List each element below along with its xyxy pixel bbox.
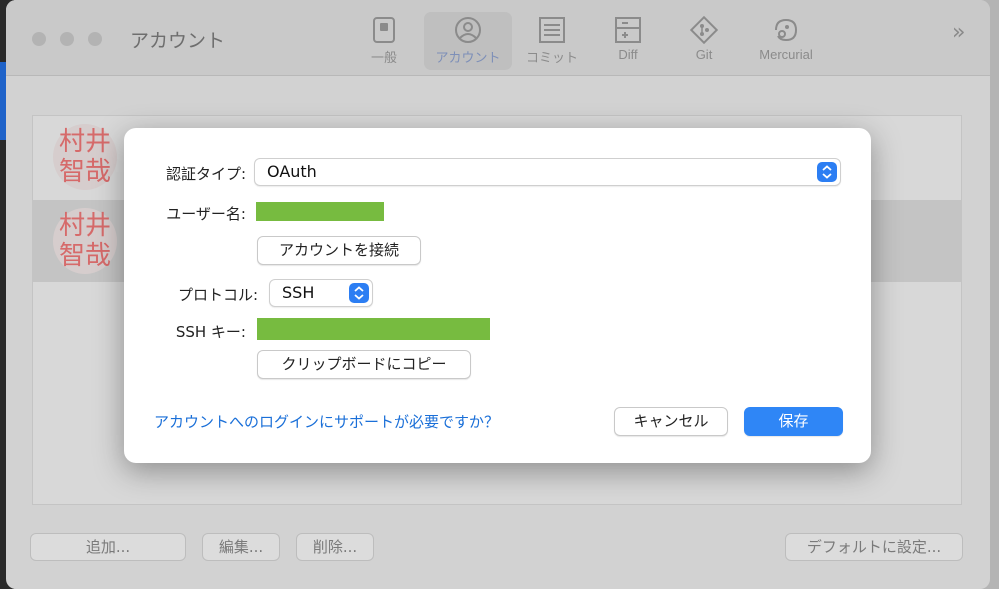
- avatar-text: 智哉: [58, 157, 111, 187]
- select-stepper-icon: [817, 162, 837, 182]
- toolbar-overflow-button[interactable]: »: [952, 20, 965, 45]
- tab-diff[interactable]: Diff: [584, 12, 672, 70]
- select-stepper-icon: [349, 283, 369, 303]
- zoom-window-button[interactable]: [88, 32, 102, 46]
- add-button[interactable]: 追加...: [30, 533, 186, 561]
- tab-diff-label: Diff: [618, 47, 638, 62]
- protocol-value: SSH: [282, 283, 315, 302]
- tab-account-label: アカウント: [435, 50, 501, 65]
- delete-button[interactable]: 削除...: [296, 533, 374, 561]
- tab-git[interactable]: Git: [660, 12, 748, 70]
- tab-account[interactable]: アカウント: [424, 12, 512, 70]
- close-window-button[interactable]: [32, 32, 46, 46]
- git-icon: [690, 16, 718, 44]
- tab-mercurial-label: Mercurial: [759, 47, 813, 62]
- protocol-select[interactable]: SSH: [269, 279, 373, 307]
- set-default-button[interactable]: デフォルトに設定...: [785, 533, 963, 561]
- ssh-key-label: SSH キー:: [175, 323, 246, 341]
- tab-general-label: 一般: [370, 50, 397, 65]
- diff-icon: [615, 17, 641, 43]
- avatar: 村井 智哉: [53, 208, 117, 274]
- auth-type-value: OAuth: [267, 162, 317, 181]
- titlebar: アカウント 一般 アカウント コミット Diff Git Mercurial »: [6, 0, 990, 76]
- ssh-key-redacted: [257, 318, 490, 340]
- avatar-text: 村井: [58, 211, 111, 241]
- auth-type-label: 認証タイプ:: [165, 165, 246, 183]
- login-help-link[interactable]: アカウントへのログインにサポートが必要ですか？: [154, 411, 499, 432]
- cancel-button[interactable]: キャンセル: [614, 407, 728, 436]
- chevron-updown-icon: [822, 165, 832, 179]
- commit-icon: [539, 17, 565, 43]
- minimize-window-button[interactable]: [60, 32, 74, 46]
- mercurial-icon: [775, 18, 798, 42]
- account-icon: [455, 17, 481, 43]
- tab-commit-label: コミット: [525, 50, 578, 65]
- tab-general[interactable]: 一般: [340, 12, 428, 70]
- general-icon: [373, 17, 395, 43]
- tab-git-label: Git: [695, 47, 713, 62]
- account-dialog: 認証タイプ: OAuth ユーザー名: アカウントを接続 プロトコル: SSH …: [124, 128, 871, 463]
- auth-type-select[interactable]: OAuth: [254, 158, 841, 186]
- connect-account-button[interactable]: アカウントを接続: [257, 236, 421, 265]
- protocol-label: プロトコル:: [177, 286, 258, 304]
- avatar-text: 智哉: [58, 241, 111, 271]
- window-title: アカウント: [130, 31, 226, 52]
- avatar-text: 村井: [58, 127, 111, 157]
- avatar: 村井 智哉: [53, 124, 117, 190]
- chevron-updown-icon: [354, 286, 364, 300]
- save-button[interactable]: 保存: [744, 407, 843, 436]
- username-redacted: [256, 202, 384, 221]
- tab-mercurial[interactable]: Mercurial: [742, 12, 830, 70]
- edit-button[interactable]: 編集...: [202, 533, 280, 561]
- tab-commit[interactable]: コミット: [508, 12, 596, 70]
- copy-to-clipboard-button[interactable]: クリップボードにコピー: [257, 350, 471, 379]
- username-label: ユーザー名:: [166, 205, 246, 223]
